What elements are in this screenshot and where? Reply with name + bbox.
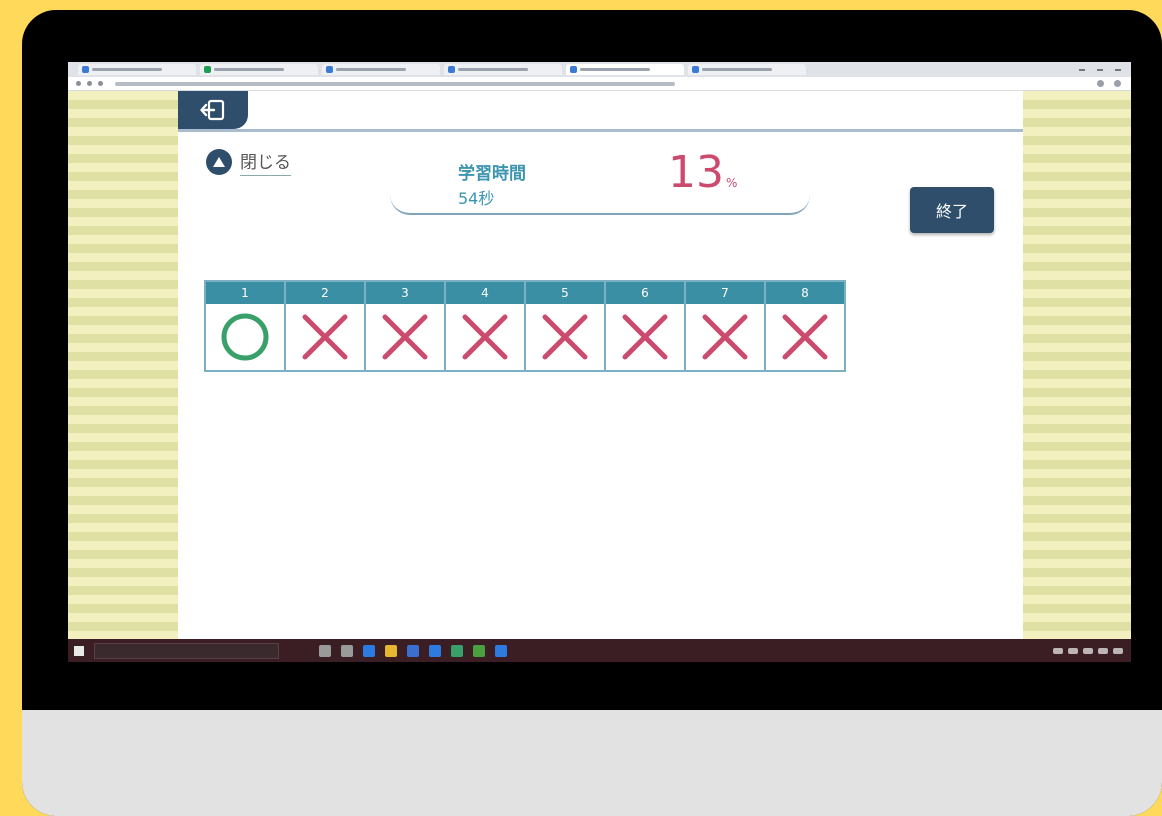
stripe-border-right: [1023, 91, 1131, 639]
browser-tab[interactable]: [322, 64, 440, 75]
cross-mark-icon: [686, 304, 764, 370]
study-time-value: 54秒: [458, 189, 495, 208]
score-percent: 13%: [668, 151, 737, 195]
browser-tab-active[interactable]: [566, 64, 684, 75]
task-view-icon[interactable]: [319, 644, 331, 657]
monitor-frame: 閉じる 学習時間 54秒 13% 終了 12345678: [22, 10, 1162, 816]
exit-arrow-icon: [200, 99, 225, 121]
app-icon[interactable]: [473, 644, 485, 657]
system-tray: [1053, 647, 1131, 654]
cross-mark-icon: [366, 304, 444, 370]
answer-number: 3: [366, 282, 444, 304]
taskbar-search[interactable]: [94, 642, 279, 659]
tab-favicon-icon: [204, 66, 211, 73]
answer-number: 6: [606, 282, 684, 304]
screen: 閉じる 学習時間 54秒 13% 終了 12345678: [68, 62, 1131, 662]
answer-cell: 1: [206, 282, 286, 370]
score-percent-unit: %: [726, 176, 738, 190]
tray-icon[interactable]: [1098, 647, 1108, 654]
browser-tab[interactable]: [444, 64, 562, 75]
answer-number: 7: [686, 282, 764, 304]
cross-mark-icon: [526, 304, 604, 370]
study-time-title: 学習時間: [458, 164, 526, 184]
app-icon[interactable]: [495, 644, 507, 657]
maximize-icon[interactable]: [1097, 68, 1103, 71]
cross-mark-icon: [766, 304, 844, 370]
answer-number: 5: [526, 282, 604, 304]
monitor-chin: [22, 710, 1162, 816]
reload-icon[interactable]: [98, 81, 103, 86]
minimize-icon[interactable]: [1079, 68, 1085, 71]
mail-icon[interactable]: [429, 644, 441, 657]
tab-favicon-icon: [448, 66, 455, 73]
back-nav-icon[interactable]: [76, 81, 81, 86]
tray-icon[interactable]: [1083, 647, 1093, 654]
extension-icon[interactable]: [1097, 80, 1104, 87]
tray-icon[interactable]: [1053, 647, 1063, 654]
answer-cell: 2: [286, 282, 366, 370]
finish-button[interactable]: 終了: [910, 187, 994, 233]
window-controls: [1079, 68, 1131, 71]
tray-icon[interactable]: [1068, 647, 1078, 654]
tab-favicon-icon: [326, 66, 333, 73]
browser-address-bar: [68, 77, 1131, 91]
tab-favicon-icon: [692, 66, 699, 73]
answer-number: 1: [206, 282, 284, 304]
browser-tab-strip: [68, 62, 1131, 77]
triangle-up-icon: [206, 149, 232, 175]
answer-cell: 6: [606, 282, 686, 370]
taskbar-apps: [319, 644, 507, 657]
tab-favicon-icon: [570, 66, 577, 73]
cross-mark-icon: [286, 304, 364, 370]
notification-icon[interactable]: [1113, 647, 1123, 654]
answer-cell: 7: [686, 282, 766, 370]
main-content: 閉じる 学習時間 54秒 13% 終了 12345678: [178, 91, 1023, 639]
study-page: 閉じる 学習時間 54秒 13% 終了 12345678: [68, 91, 1131, 639]
answer-grid: 12345678: [204, 280, 846, 372]
circle-mark-icon: [206, 304, 284, 370]
tab-favicon-icon: [82, 66, 89, 73]
top-bar: [178, 91, 1023, 132]
cross-mark-icon: [606, 304, 684, 370]
store-icon[interactable]: [407, 644, 419, 657]
score-percent-value: 13: [668, 147, 724, 198]
cortana-icon[interactable]: [341, 644, 353, 657]
answer-number: 8: [766, 282, 844, 304]
edge-icon[interactable]: [363, 644, 375, 657]
windows-start-icon[interactable]: [74, 645, 84, 656]
profile-icon[interactable]: [1114, 80, 1121, 87]
close-label: 閉じる: [240, 148, 291, 176]
answer-cell: 4: [446, 282, 526, 370]
answer-cell: 5: [526, 282, 606, 370]
cross-mark-icon: [446, 304, 524, 370]
browser-tab[interactable]: [200, 64, 318, 75]
close-toggle[interactable]: 閉じる: [206, 148, 291, 176]
answer-cell: 8: [766, 282, 844, 370]
answer-cell: 3: [366, 282, 446, 370]
stripe-border-left: [68, 91, 178, 639]
back-button[interactable]: [178, 91, 248, 129]
answer-number: 4: [446, 282, 524, 304]
url-field[interactable]: [115, 81, 675, 86]
forward-nav-icon[interactable]: [87, 81, 92, 86]
browser-tab[interactable]: [688, 64, 806, 75]
browser-extensions: [1097, 80, 1121, 87]
study-time-card: 学習時間 54秒 13%: [390, 145, 810, 215]
browser-tab[interactable]: [78, 64, 196, 75]
close-window-icon[interactable]: [1115, 68, 1121, 71]
chrome-icon[interactable]: [451, 644, 463, 657]
file-explorer-icon[interactable]: [385, 644, 397, 657]
taskbar: [68, 639, 1131, 662]
answer-number: 2: [286, 282, 364, 304]
